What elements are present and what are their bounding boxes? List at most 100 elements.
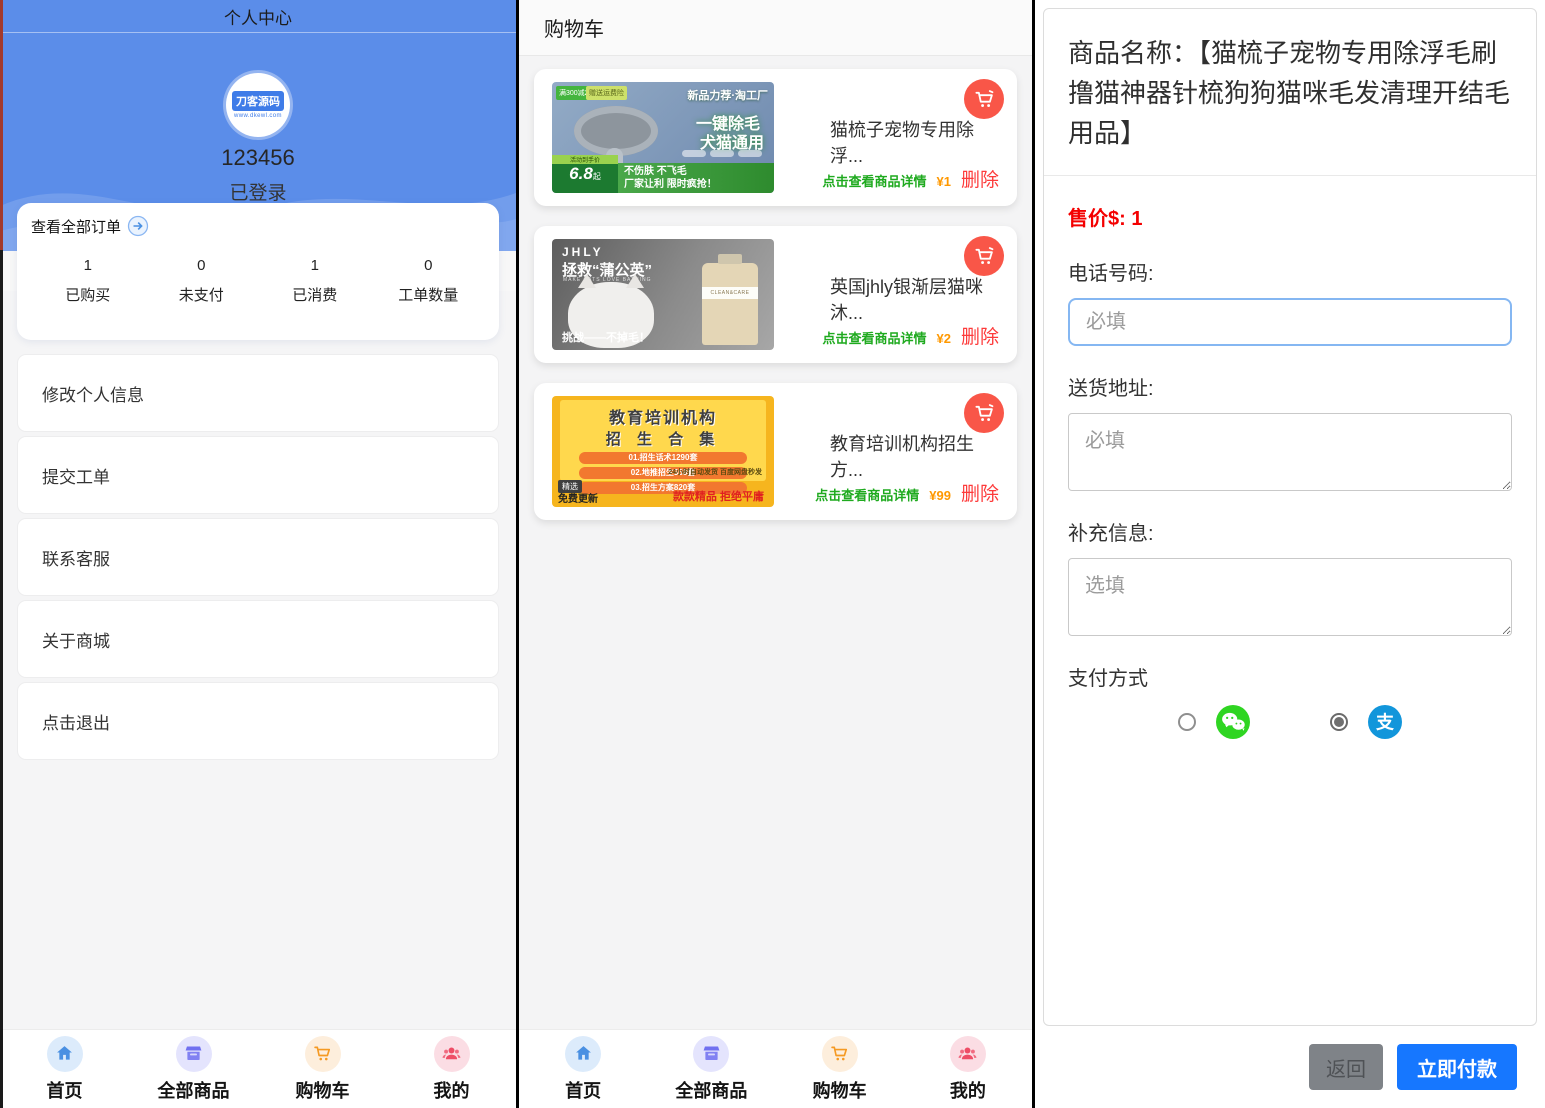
- bottle-graphic: [702, 263, 758, 345]
- view-all-orders-link[interactable]: 查看全部订单: [31, 215, 485, 237]
- feature-pills: [682, 150, 762, 157]
- cart-item-pet-brush[interactable]: 满300减20 赠送运费险 新品力荐·淘工厂 一键除毛 犬猫通用 不伤肤 不飞毛…: [534, 69, 1017, 206]
- poster-note: 24小时自动发货 百度网盘秒发: [668, 467, 762, 477]
- view-detail-link[interactable]: 点击查看商品详情: [815, 485, 919, 504]
- wechat-icon: [1216, 705, 1250, 739]
- username: 123456: [0, 145, 516, 171]
- logo-url: www.dkewl.com: [234, 113, 282, 119]
- item-price: ¥99: [929, 488, 951, 503]
- payment-option-wechat[interactable]: [1178, 705, 1250, 739]
- personal-center-title: 个人中心: [224, 4, 292, 29]
- price-text: 售价$: 1: [1068, 202, 1512, 231]
- poster-slogan: 款款精品 拒绝平庸: [673, 488, 764, 504]
- view-detail-link[interactable]: 点击查看商品详情: [823, 171, 927, 190]
- orders-overview-card: 查看全部订单 1 已购买 0 未支付 1 已消费: [17, 203, 499, 340]
- back-button[interactable]: 返回: [1309, 1044, 1383, 1090]
- store-icon: [176, 1036, 212, 1072]
- tabbar-left: 首页 全部商品 购物车 我的: [0, 1029, 516, 1108]
- product-name: 商品名称：【猫梳子宠物专用除浮毛刷撸猫神器针梳狗狗猫咪毛发清理开结毛用品】: [1044, 9, 1536, 176]
- svg-text:支: 支: [1375, 712, 1395, 734]
- alipay-icon: 支: [1368, 705, 1402, 739]
- poster-tag: 免费更新: [558, 490, 598, 505]
- cart-badge-icon[interactable]: [964, 79, 1004, 119]
- cart-item-edu-material[interactable]: 教育培训机构 招 生 合 集 01.招生话术1290套 02.地推招生368套 …: [534, 383, 1017, 520]
- menu-item-edit-profile[interactable]: 修改个人信息: [17, 354, 499, 432]
- order-card: 商品名称：【猫梳子宠物专用除浮毛刷撸猫神器针梳狗狗猫咪毛发清理开结毛用品】 售价…: [1043, 8, 1537, 1026]
- promo-badge: 赠送运费险: [586, 86, 627, 100]
- screen-edge-artifact: [0, 0, 3, 1108]
- poster-bar: 01.招生话术1290套: [579, 452, 748, 464]
- product-image-cat-shampoo[interactable]: JHLY 拯救“蒲公英” MAKE CATS LOVE BATHING CLEA…: [552, 239, 774, 350]
- view-detail-link[interactable]: 点击查看商品详情: [823, 328, 927, 347]
- logo-text: 刀客源码: [232, 91, 284, 111]
- tab-mine[interactable]: 我的: [904, 1036, 1032, 1103]
- cart-item-meta: 点击查看商品详情 ¥99 删除: [815, 479, 999, 506]
- store-icon: [693, 1036, 729, 1072]
- phone-input[interactable]: [1068, 298, 1512, 346]
- cart-badge-icon[interactable]: [964, 236, 1004, 276]
- arrow-right-icon: [127, 215, 149, 237]
- page-title: 个人中心: [0, 0, 516, 33]
- image-tagline: 挑战——不掉毛！: [562, 329, 650, 345]
- extra-info-label: 补充信息:: [1068, 517, 1512, 546]
- item-price: ¥1: [937, 174, 951, 189]
- panel-personal-center: 个人中心 刀客源码 www.dkewl.com 123456 已登录 查看全部订…: [0, 0, 516, 1108]
- menu-item-about-mall[interactable]: 关于商城: [17, 600, 499, 678]
- order-footer: 返回 立即付款: [1035, 1026, 1545, 1108]
- tab-all-products[interactable]: 全部商品: [129, 1036, 258, 1103]
- tab-home[interactable]: 首页: [519, 1036, 647, 1103]
- profile-menu: 修改个人信息 提交工单 联系客服 关于商城 点击退出: [17, 354, 499, 760]
- login-status: 已登录: [0, 178, 516, 205]
- image-promo-strip: 不伤肤 不飞毛 厂家让利 限时疯抢！: [618, 163, 774, 193]
- cart-page-title: 购物车: [519, 0, 1032, 56]
- stat-unpaid[interactable]: 0 未支付: [145, 257, 259, 305]
- cart-list: 满300减20 赠送运费险 新品力荐·淘工厂 一键除毛 犬猫通用 不伤肤 不飞毛…: [519, 56, 1032, 540]
- home-icon: [47, 1036, 83, 1072]
- menu-item-logout[interactable]: 点击退出: [17, 682, 499, 760]
- cart-icon: [305, 1036, 341, 1072]
- payment-options: 支: [1068, 705, 1512, 739]
- home-icon: [565, 1036, 601, 1072]
- address-label: 送货地址:: [1068, 372, 1512, 401]
- extra-info-input[interactable]: [1068, 558, 1512, 636]
- tab-cart[interactable]: 购物车: [776, 1036, 904, 1103]
- phone-label: 电话号码:: [1068, 257, 1512, 286]
- delete-button[interactable]: 删除: [961, 479, 999, 506]
- user-icon: [434, 1036, 470, 1072]
- payment-method-label: 支付方式: [1068, 662, 1512, 691]
- cart-item-meta: 点击查看商品详情 ¥1 删除: [823, 165, 1000, 192]
- panel-order-form: 商品名称：【猫梳子宠物专用除浮毛刷撸猫神器针梳狗狗猫咪毛发清理开结毛用品】 售价…: [1035, 0, 1545, 1108]
- cart-item-meta: 点击查看商品详情 ¥2 删除: [823, 322, 1000, 349]
- tabbar-mid: 首页 全部商品 购物车 我的: [519, 1029, 1032, 1108]
- avatar[interactable]: 刀客源码 www.dkewl.com: [226, 73, 290, 137]
- image-brand-text: JHLY: [562, 245, 604, 259]
- pay-now-button[interactable]: 立即付款: [1397, 1044, 1517, 1090]
- order-stats: 1 已购买 0 未支付 1 已消费 0 工单数量: [31, 257, 485, 305]
- tab-mine[interactable]: 我的: [387, 1036, 516, 1103]
- cart-badge-icon[interactable]: [964, 393, 1004, 433]
- app-root: 个人中心 刀客源码 www.dkewl.com 123456 已登录 查看全部订…: [0, 0, 1545, 1108]
- cart-icon: [822, 1036, 858, 1072]
- menu-item-submit-ticket[interactable]: 提交工单: [17, 436, 499, 514]
- tab-all-products[interactable]: 全部商品: [647, 1036, 775, 1103]
- image-price-block: 活动到手价6.8起: [552, 155, 618, 193]
- stat-tickets[interactable]: 0 工单数量: [372, 257, 486, 305]
- product-image-edu-material[interactable]: 教育培训机构 招 生 合 集 01.招生话术1290套 02.地推招生368套 …: [552, 396, 774, 507]
- panel-shopping-cart: 购物车 满300减20 赠送运费险 新品力荐·淘工厂 一键除毛 犬猫通用 不伤肤…: [519, 0, 1032, 1108]
- payment-option-alipay[interactable]: 支: [1330, 705, 1402, 739]
- cart-item-cat-shampoo[interactable]: JHLY 拯救“蒲公英” MAKE CATS LOVE BATHING CLEA…: [534, 226, 1017, 363]
- stat-consumed[interactable]: 1 已消费: [258, 257, 372, 305]
- alipay-radio[interactable]: [1330, 713, 1348, 731]
- delete-button[interactable]: 删除: [961, 165, 999, 192]
- delete-button[interactable]: 删除: [961, 322, 999, 349]
- bottle-label-text: CLEAN&CARE: [702, 287, 758, 299]
- stat-purchased[interactable]: 1 已购买: [31, 257, 145, 305]
- item-price: ¥2: [937, 331, 951, 346]
- product-image-pet-brush[interactable]: 满300减20 赠送运费险 新品力荐·淘工厂 一键除毛 犬猫通用 不伤肤 不飞毛…: [552, 82, 774, 193]
- address-input[interactable]: [1068, 413, 1512, 491]
- menu-item-contact-support[interactable]: 联系客服: [17, 518, 499, 596]
- wechat-radio[interactable]: [1178, 713, 1196, 731]
- order-body: 售价$: 1 电话号码: 送货地址: 补充信息: 支付方式: [1044, 176, 1536, 739]
- tab-cart[interactable]: 购物车: [258, 1036, 387, 1103]
- tab-home[interactable]: 首页: [0, 1036, 129, 1103]
